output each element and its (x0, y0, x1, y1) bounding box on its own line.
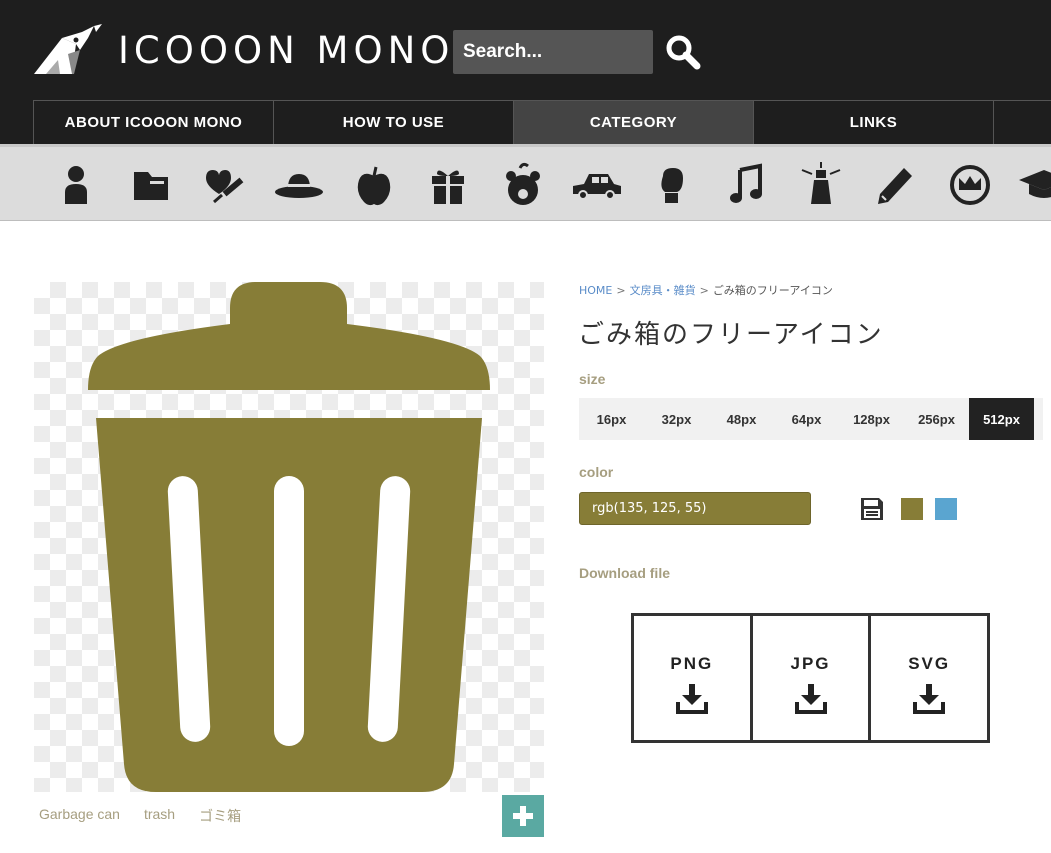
music-note-icon[interactable] (722, 162, 772, 208)
color-swatch-blue[interactable] (935, 498, 957, 520)
page-title: ごみ箱のフリーアイコン (578, 320, 884, 350)
download-png-button[interactable]: PNG (634, 616, 750, 740)
download-jpg-button[interactable]: JPG (749, 616, 869, 740)
site-logo[interactable]: ICOOON MONO (32, 20, 454, 80)
folder-icon[interactable] (126, 162, 176, 208)
download-panel: PNG JPG SVG (631, 613, 990, 743)
size-option-128[interactable]: 128px (839, 398, 904, 440)
download-format-label: SVG (908, 654, 951, 673)
pencil-icon[interactable] (870, 162, 920, 208)
main-nav: ABOUT ICOOON MONO HOW TO USE CATEGORY LI… (33, 100, 1051, 144)
person-icon[interactable] (51, 162, 101, 208)
search-button[interactable] (662, 32, 704, 74)
breadcrumb-home[interactable]: HOME (579, 284, 612, 297)
trash-can-icon (88, 282, 490, 792)
breadcrumb-category[interactable]: 文房具・雑貨 (630, 284, 696, 297)
category-icon-bar (0, 144, 1051, 221)
size-option-32[interactable]: 32px (644, 398, 709, 440)
apple-icon[interactable] (349, 162, 399, 208)
boxing-glove-icon[interactable] (647, 162, 697, 208)
tag-item[interactable]: ゴミ箱 (199, 806, 241, 826)
nav-links[interactable]: LINKS (753, 100, 993, 144)
tag-item[interactable]: Garbage can (39, 806, 120, 826)
plus-icon (513, 806, 533, 826)
hat-icon[interactable] (274, 162, 324, 208)
download-label: Download file (579, 565, 670, 581)
color-label: color (579, 464, 614, 480)
unicorn-logo-icon (34, 24, 102, 74)
site-header: ICOOON MONO ABOUT ICOOON MONO HOW TO USE… (0, 0, 1051, 144)
download-icon (794, 684, 827, 714)
add-button[interactable] (502, 795, 544, 837)
breadcrumb-separator: > (616, 284, 626, 297)
nav-about[interactable]: ABOUT ICOOON MONO (33, 100, 273, 144)
size-selector: 16px 32px 48px 64px 128px 256px 512px (579, 398, 1043, 440)
car-icon[interactable] (572, 162, 622, 208)
bear-icon[interactable] (498, 162, 548, 208)
breadcrumb-current: ごみ箱のフリーアイコン (712, 284, 833, 297)
color-input[interactable] (579, 492, 811, 525)
size-option-48[interactable]: 48px (709, 398, 774, 440)
search-input[interactable] (453, 30, 653, 74)
gift-icon[interactable] (423, 162, 473, 208)
save-color-icon[interactable] (860, 497, 884, 521)
breadcrumb: HOME > 文房具・雑貨 > ごみ箱のフリーアイコン (579, 282, 833, 298)
icon-preview (34, 282, 544, 792)
medical-icon[interactable] (200, 162, 250, 208)
size-label: size (579, 371, 606, 387)
download-icon (675, 684, 708, 714)
size-option-512[interactable]: 512px (969, 398, 1034, 440)
breadcrumb-separator: > (699, 284, 709, 297)
size-option-256[interactable]: 256px (904, 398, 969, 440)
tag-item[interactable]: trash (144, 806, 175, 826)
size-option-16[interactable]: 16px (579, 398, 644, 440)
color-swatch-olive[interactable] (901, 498, 923, 520)
nav-category[interactable]: CATEGORY (513, 100, 753, 144)
size-option-64[interactable]: 64px (774, 398, 839, 440)
download-format-label: PNG (670, 654, 714, 673)
download-icon (913, 684, 946, 714)
nav-item-extra[interactable] (993, 100, 1051, 144)
crown-icon[interactable] (945, 162, 995, 208)
download-format-label: JPG (790, 654, 831, 673)
lighthouse-icon[interactable] (796, 162, 846, 208)
tag-list: Garbage can trash ゴミ箱 (39, 806, 241, 826)
logo-text: ICOOON MONO (118, 28, 455, 72)
search-icon (666, 35, 701, 69)
graduation-cap-icon[interactable] (1019, 162, 1051, 208)
nav-how-to-use[interactable]: HOW TO USE (273, 100, 513, 144)
download-svg-button[interactable]: SVG (868, 616, 987, 740)
